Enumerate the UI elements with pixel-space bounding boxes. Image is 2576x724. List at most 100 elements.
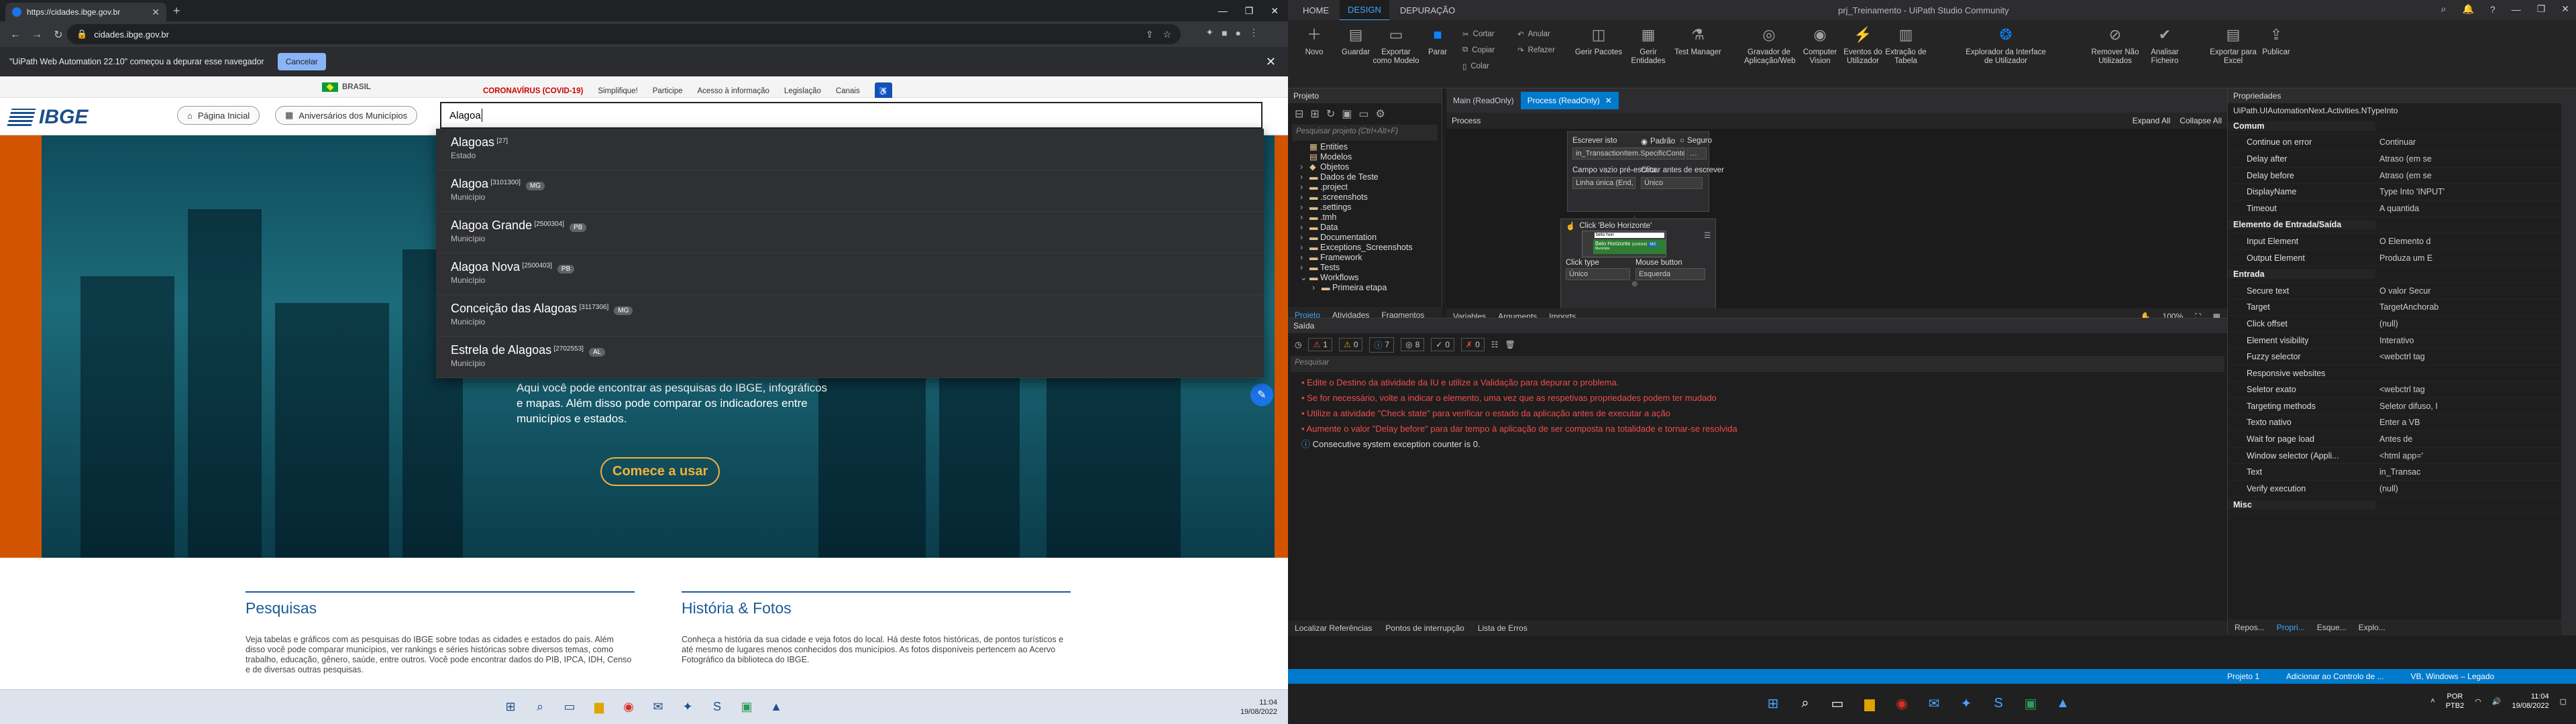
forward-icon[interactable]: →: [28, 29, 46, 41]
minimize-icon[interactable]: —: [1218, 5, 1228, 16]
property-row[interactable]: Element visibility Interativo: [2228, 333, 2576, 349]
teams-icon[interactable]: ✦: [1955, 692, 1978, 715]
anniversaries-button[interactable]: ▦ Aniversários dos Municípios: [275, 106, 418, 125]
property-category[interactable]: Misc: [2228, 497, 2576, 514]
task-view-icon[interactable]: ▭: [1826, 692, 1849, 715]
task-view-icon[interactable]: ▭: [559, 697, 580, 717]
tree-item[interactable]: › ▬ Tests: [1300, 263, 1442, 273]
property-row[interactable]: Continue on error Continuar: [2228, 135, 2576, 152]
file-explorer-icon[interactable]: ▆: [589, 697, 609, 717]
export-excel-button[interactable]: ▤ Exportar para Excel: [2208, 25, 2258, 66]
menu-debug[interactable]: DEPURAÇÃO: [1392, 1, 1463, 20]
gov-link[interactable]: Acesso à informação: [698, 87, 769, 95]
chrome-icon[interactable]: ◉: [619, 697, 639, 717]
property-row[interactable]: Click offset (null): [2228, 316, 2576, 333]
errors-filter[interactable]: ⚠ 1: [1308, 338, 1332, 351]
expand-icon[interactable]: ⊞: [1310, 107, 1319, 121]
error-list-tab[interactable]: Lista de Erros: [1478, 623, 1527, 633]
close-icon[interactable]: ✕: [1605, 96, 1612, 105]
analyze-file-button[interactable]: ✔ Analisar Ficheiro: [2140, 25, 2190, 66]
radio-seguro[interactable]: ○ Seguro: [1680, 137, 1712, 145]
uipath-robot-icon[interactable]: ▲: [766, 697, 786, 717]
collapse-all-button[interactable]: Collapse All: [2180, 116, 2222, 125]
file-icon[interactable]: ▣: [1342, 107, 1352, 121]
property-value[interactable]: Enter a VB: [2375, 418, 2576, 427]
warnings-filter[interactable]: ⚠ 0: [1338, 338, 1363, 351]
profile-icon[interactable]: ●: [1236, 27, 1241, 38]
gov-link[interactable]: Participe: [653, 87, 683, 95]
gov-link[interactable]: Canais: [836, 87, 860, 95]
click-type-select[interactable]: Único: [1566, 268, 1630, 280]
property-value[interactable]: TargetAnchorab: [2375, 302, 2576, 312]
property-value[interactable]: Antes de: [2375, 434, 2576, 444]
close-window-icon[interactable]: ✕: [1271, 5, 1279, 17]
search-icon[interactable]: ⌕: [530, 697, 550, 717]
property-row[interactable]: Targeting methods Seletor difuso, I: [2228, 398, 2576, 415]
menu-icon[interactable]: ☰: [1704, 231, 1711, 240]
search-icon[interactable]: ⌕: [2441, 3, 2447, 15]
mail-icon[interactable]: ✉: [1923, 692, 1945, 715]
language-status[interactable]: VB, Windows – Legado: [2410, 672, 2494, 681]
table-extraction-button[interactable]: ▥ Extração de Tabela: [1881, 25, 1931, 66]
property-row[interactable]: Verify execution (null): [2228, 481, 2576, 497]
tab-main[interactable]: Main (ReadOnly): [1446, 92, 1521, 109]
property-row[interactable]: Text in_Transac: [2228, 464, 2576, 481]
suggestion-item[interactable]: Alagoa Nova [2500403] PB Município: [436, 253, 1264, 295]
windows-start-icon[interactable]: ⊞: [500, 697, 521, 717]
tree-item[interactable]: › ▬ Dados de Teste: [1300, 172, 1442, 182]
clock[interactable]: 11:04 19/08/2022: [1240, 698, 1277, 717]
minimize-icon[interactable]: —: [2512, 4, 2521, 15]
share-icon[interactable]: ⇪: [1146, 29, 1154, 40]
property-value[interactable]: Seletor difuso, I: [2375, 402, 2576, 411]
gov-link[interactable]: Simplifique!: [598, 87, 637, 95]
clock-icon[interactable]: ◷: [1295, 340, 1301, 349]
browser-tab[interactable]: https://cidades.ibge.gov.br ✕: [5, 3, 166, 21]
property-row[interactable]: Output Element Produza um E: [2228, 250, 2576, 267]
breadcrumb-item[interactable]: Process: [1452, 116, 1481, 125]
user-events-button[interactable]: ⚡ Eventos do Utilizador: [1838, 25, 1888, 66]
manage-packages-button[interactable]: ◫ Gerir Pacotes: [1574, 25, 1623, 57]
tree-item[interactable]: › ▬ Framework: [1300, 253, 1442, 263]
expand-all-button[interactable]: Expand All: [2133, 116, 2171, 125]
property-value[interactable]: Atraso (em se: [2375, 154, 2576, 164]
close-icon[interactable]: ✕: [2561, 3, 2569, 15]
tree-item[interactable]: › ◆ Objetos: [1300, 162, 1442, 172]
tab-outline[interactable]: Esque...: [2317, 623, 2347, 632]
cancel-button[interactable]: Cancelar: [277, 53, 326, 70]
property-row[interactable]: Delay before Atraso (em se: [2228, 168, 2576, 184]
property-row[interactable]: Delay after Atraso (em se: [2228, 151, 2576, 168]
notifications-icon[interactable]: ▢: [2560, 697, 2567, 706]
wifi-icon[interactable]: ◠: [2475, 697, 2481, 706]
property-value[interactable]: in_Transac: [2375, 467, 2576, 477]
gov-link[interactable]: CORONAVÍRUS (COVID-19): [483, 87, 583, 95]
ibge-logo[interactable]: IBGE: [7, 106, 88, 129]
property-value[interactable]: Continuar: [2375, 137, 2576, 147]
property-row[interactable]: Input Element O Elemento d: [2228, 233, 2576, 250]
suggestion-item[interactable]: Alagoa [3101300] MG Município: [436, 170, 1264, 212]
teams-icon[interactable]: ✦: [678, 697, 698, 717]
property-row[interactable]: Texto nativo Enter a VB: [2228, 415, 2576, 432]
bell-icon[interactable]: 🔔: [2462, 3, 2473, 15]
tree-item[interactable]: › ▬ .screenshots: [1300, 192, 1442, 202]
undo-button[interactable]: ↶ Anular: [1517, 29, 1550, 39]
feedback-icon[interactable]: ✎: [1250, 383, 1273, 406]
start-button[interactable]: Comece a usar: [600, 457, 720, 486]
property-value[interactable]: (null): [2375, 319, 2576, 328]
tab-process[interactable]: Process (ReadOnly) ✕: [1520, 92, 1619, 109]
property-row[interactable]: Fuzzy selector <webctrl tag: [2228, 349, 2576, 365]
home-button[interactable]: ⌂ Página Inicial: [177, 106, 260, 125]
property-value[interactable]: Type Into 'INPUT': [2375, 187, 2576, 196]
property-row[interactable]: Wait for page load Antes de: [2228, 431, 2576, 448]
search-icon[interactable]: ⌕: [1794, 692, 1817, 715]
remove-unused-button[interactable]: ⊘ Remover Não Utilizados: [2090, 25, 2140, 66]
refresh-icon[interactable]: ↻: [1326, 107, 1335, 121]
tree-item[interactable]: › ▬ .project: [1300, 182, 1442, 192]
stop-button[interactable]: ■ Parar: [1413, 25, 1462, 57]
section-title[interactable]: Pesquisas: [246, 591, 635, 617]
uipath-assistant-icon[interactable]: ▣: [737, 697, 757, 717]
uipath-assistant-icon[interactable]: ▣: [2019, 692, 2042, 715]
redo-button[interactable]: ↷ Refazer: [1517, 46, 1555, 55]
tree-item[interactable]: › ▬ .tmh: [1300, 213, 1442, 223]
collapse-icon[interactable]: ⊟: [1295, 107, 1303, 121]
project-search[interactable]: Pesquisar projeto (Ctrl+Alt+F): [1292, 125, 1438, 141]
